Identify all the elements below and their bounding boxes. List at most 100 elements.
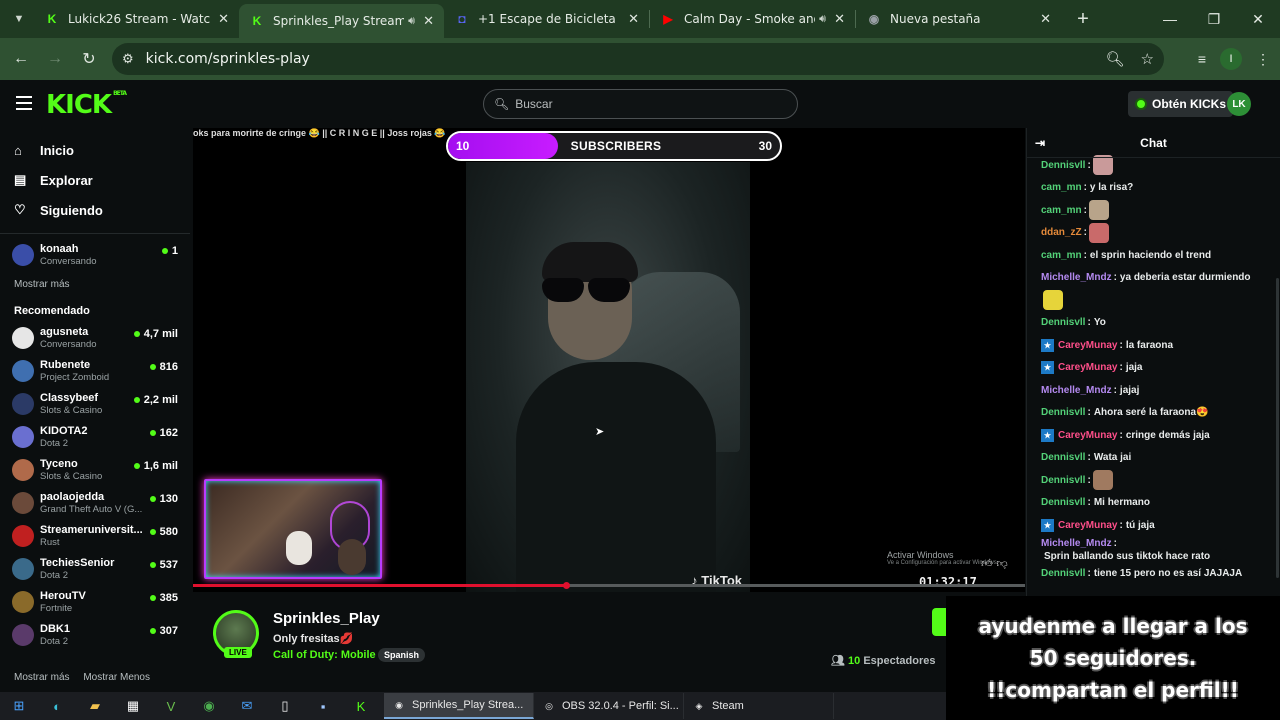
chat-username[interactable]: ddan_zZ bbox=[1041, 226, 1082, 239]
show-more-following[interactable]: Mostrar más bbox=[0, 273, 190, 295]
chat-username[interactable]: Dennisvll bbox=[1041, 451, 1085, 464]
video-player[interactable]: oks para morirte de cringe 😂 || C R I N … bbox=[193, 128, 1025, 592]
close-tab-icon[interactable]: ✕ bbox=[1040, 11, 1051, 27]
search-box[interactable]: 🔍︎ bbox=[483, 89, 798, 119]
chat-username[interactable]: CareyMunay bbox=[1058, 339, 1117, 352]
chat-username[interactable]: CareyMunay bbox=[1058, 429, 1117, 442]
taskbar-app[interactable]: ◈ Steam bbox=[684, 693, 834, 719]
sidebar-channel[interactable]: agusneta Conversando 4,7 mil bbox=[0, 323, 190, 356]
chat-colon: : bbox=[1087, 568, 1091, 580]
profile-avatar[interactable]: I bbox=[1220, 48, 1242, 70]
speaker-icon[interactable]: 🔊︎ bbox=[408, 15, 415, 28]
chat-username[interactable]: Dennisvll bbox=[1041, 159, 1085, 172]
close-tab-icon[interactable]: ✕ bbox=[628, 11, 639, 27]
forward-button[interactable]: → bbox=[38, 50, 72, 68]
sidebar-nav-explorar[interactable]: ▤ Explorar bbox=[0, 165, 190, 195]
browser-tab[interactable]: K Lukick26 Stream - Watch Live ✕ bbox=[34, 4, 239, 34]
speaker-icon[interactable]: 🔊︎ bbox=[819, 13, 826, 26]
chat-username[interactable]: Dennisvll bbox=[1041, 496, 1085, 509]
chat-username[interactable]: CareyMunay bbox=[1058, 361, 1117, 374]
browser-tab[interactable]: ◉ Nueva pestaña ✕ bbox=[856, 4, 1061, 34]
sidebar-channel[interactable]: Rubenete Project Zomboid 816 bbox=[0, 356, 190, 389]
browser-tab[interactable]: ▶ Calm Day - Smoke and C 🔊︎ ✕ bbox=[650, 4, 855, 34]
chrome-icon[interactable]: ◉ bbox=[190, 692, 228, 720]
emote-icon bbox=[1092, 155, 1113, 176]
get-kicks-button[interactable]: Obtén KICKs bbox=[1128, 91, 1234, 117]
close-window-button[interactable]: ✕ bbox=[1236, 0, 1280, 38]
chat-username[interactable]: Michelle_Mndz bbox=[1041, 537, 1112, 550]
browser-tab[interactable]: ◘ +1 Escape de Bicicleta de Ve ✕ bbox=[444, 4, 649, 34]
show-less-recommended[interactable]: Mostrar Menos bbox=[83, 672, 150, 683]
sidebar-channel[interactable]: konaah Conversando 1 bbox=[0, 240, 190, 273]
chat-username[interactable]: cam_mn bbox=[1041, 204, 1082, 217]
sidebar-channel[interactable]: paolaojedda Grand Theft Auto V (G... 130 bbox=[0, 488, 190, 521]
close-tab-icon[interactable]: ✕ bbox=[218, 11, 229, 27]
follow-button[interactable] bbox=[932, 608, 946, 636]
edge-icon[interactable]: ◐ bbox=[38, 692, 76, 720]
tab-search-button[interactable]: ▼ bbox=[4, 4, 34, 34]
sidebar-channel[interactable]: DBK1 Dota 2 307 bbox=[0, 620, 190, 653]
channel-avatar bbox=[12, 492, 34, 514]
sidebar-channel[interactable]: KIDOTA2 Dota 2 162 bbox=[0, 422, 190, 455]
chat-scrollbar[interactable] bbox=[1276, 278, 1279, 578]
minimize-button[interactable]: — bbox=[1148, 0, 1192, 38]
sidebar-nav-inicio[interactable]: ⌂ Inicio bbox=[0, 135, 190, 165]
zoom-icon[interactable]: 🔍︎ bbox=[1106, 50, 1125, 68]
chat-username[interactable]: Dennisvll bbox=[1041, 567, 1085, 580]
subscriber-badge-icon: ★ bbox=[1041, 361, 1054, 375]
viewer-count-label: 307 bbox=[159, 625, 178, 637]
hamburger-menu-icon[interactable] bbox=[16, 96, 32, 110]
back-button[interactable]: ← bbox=[4, 50, 38, 68]
chat-username[interactable]: Dennisvll bbox=[1041, 316, 1085, 329]
taskbar-app[interactable]: ◉ Sprinkles_Play Strea... bbox=[384, 693, 534, 719]
browser-menu-icon[interactable]: ⋮ bbox=[1256, 51, 1270, 68]
chat-colon: : bbox=[1083, 182, 1087, 194]
chat-message: cam_mn: bbox=[1041, 199, 1268, 222]
media-control-icon[interactable]: ≡ bbox=[1198, 51, 1206, 67]
language-tag[interactable]: Spanish bbox=[378, 648, 426, 662]
sidebar-channel[interactable]: Classybeef Slots & Casino 2,2 mil bbox=[0, 389, 190, 422]
chat-username[interactable]: Michelle_Mndz bbox=[1041, 384, 1112, 397]
video-progress-bar[interactable] bbox=[193, 582, 1025, 589]
stream-category[interactable]: Call of Duty: Mobile bbox=[273, 649, 376, 661]
notepad-icon[interactable]: ▯ bbox=[266, 692, 304, 720]
reload-button[interactable]: ↻ bbox=[72, 49, 106, 69]
kick-icon[interactable]: K bbox=[342, 692, 380, 720]
sidebar-channel[interactable]: HerouTV Fortnite 385 bbox=[0, 587, 190, 620]
vim-icon[interactable]: V bbox=[152, 692, 190, 720]
live-dot-icon bbox=[133, 463, 140, 469]
sidebar-channel[interactable]: Tyceno Slots & Casino 1,6 mil bbox=[0, 455, 190, 488]
close-tab-icon[interactable]: ✕ bbox=[423, 13, 434, 29]
chat-username[interactable]: Dennisvll bbox=[1041, 406, 1085, 419]
site-info-icon[interactable]: ⚙ bbox=[122, 51, 134, 67]
streamer-name[interactable]: Sprinkles_Play bbox=[273, 610, 380, 627]
chat-username[interactable]: cam_mn bbox=[1041, 181, 1082, 194]
collapse-chat-icon[interactable]: ⇥ bbox=[1035, 136, 1045, 150]
address-bar[interactable]: ⚙ kick.com/sprinkles-play 🔍︎ ☆ bbox=[112, 43, 1164, 75]
new-tab-button[interactable]: + bbox=[1069, 8, 1097, 31]
chat-username[interactable]: cam_mn bbox=[1041, 249, 1082, 262]
chat-username[interactable]: Michelle_Mndz bbox=[1041, 271, 1112, 284]
sidebar-channel[interactable]: Streameruniversit... Rust 580 bbox=[0, 521, 190, 554]
close-tab-icon[interactable]: ✕ bbox=[834, 11, 845, 27]
user-avatar[interactable]: LK bbox=[1227, 92, 1251, 116]
chat-username[interactable]: Dennisvll bbox=[1041, 474, 1085, 487]
bookmark-star-icon[interactable]: ☆ bbox=[1141, 50, 1154, 68]
maximize-button[interactable]: ❐ bbox=[1192, 0, 1236, 38]
folder-icon[interactable]: ▰ bbox=[76, 692, 114, 720]
sidebar-channel[interactable]: TechiesSenior Dota 2 537 bbox=[0, 554, 190, 587]
chat-username[interactable]: CareyMunay bbox=[1058, 519, 1117, 532]
browser-tab[interactable]: K Sprinkles_Play Stream - W🔊︎ ✕ bbox=[239, 4, 444, 38]
live-badge: LIVE bbox=[224, 647, 252, 658]
chat-text: Yo bbox=[1093, 317, 1106, 329]
sidebar-divider bbox=[0, 233, 190, 234]
kick-logo[interactable]: KICK BETA bbox=[46, 90, 127, 120]
windows-icon[interactable]: ⊞ bbox=[0, 692, 38, 720]
terminal-icon[interactable]: ▪ bbox=[304, 692, 342, 720]
store-icon[interactable]: ▦ bbox=[114, 692, 152, 720]
search-input[interactable] bbox=[515, 97, 776, 111]
show-more-recommended[interactable]: Mostrar más bbox=[14, 672, 70, 683]
taskbar-app[interactable]: ◎ OBS 32.0.4 - Perfil: Si... bbox=[534, 693, 684, 719]
sidebar-nav-siguiendo[interactable]: ♡ Siguiendo bbox=[0, 195, 190, 225]
mail-icon[interactable]: ✉ bbox=[228, 692, 266, 720]
